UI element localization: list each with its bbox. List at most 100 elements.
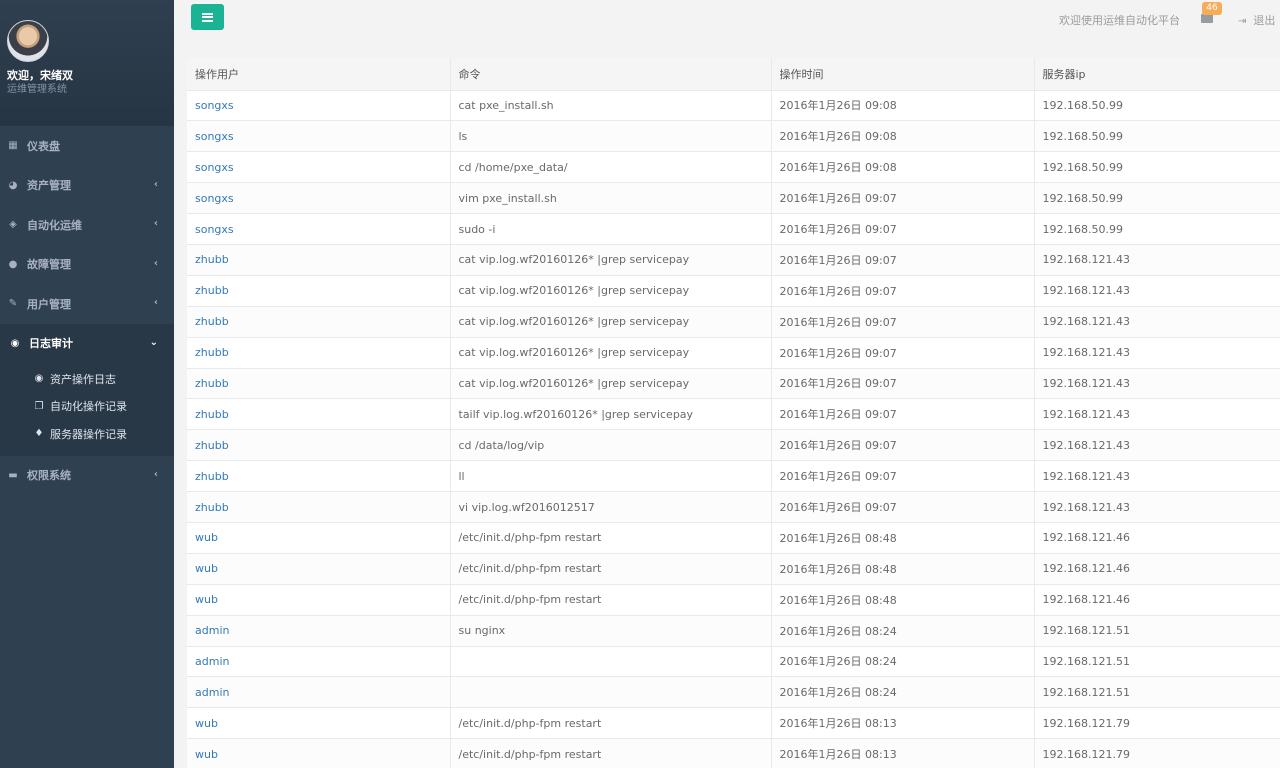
cell-time: 2016年1月26日 08:13 [771,738,1035,768]
cell-user[interactable]: wub [187,707,451,740]
sidebar-item-permissions[interactable]: ▬ 权限系统 ‹ [0,456,174,496]
sidebar-item-faults[interactable]: ● 故障管理 ‹ [0,245,174,285]
cell-time: 2016年1月26日 09:07 [771,368,1035,400]
cell-time: 2016年1月26日 08:24 [771,615,1035,647]
cell-command [450,676,772,709]
column-header-user[interactable]: 操作用户 [187,58,451,91]
cell-time: 2016年1月26日 09:07 [771,460,1035,493]
th-large-icon: ▦ [8,140,18,152]
log-audit-submenu: ◉ 资产操作日志 ❐ 自动化操作记录 ♦ 服务器操作记录 [0,363,174,456]
profile-subtitle: 运维管理系统 [7,84,67,95]
cell-time: 2016年1月26日 09:07 [771,398,1035,431]
cell-user[interactable]: songxs [187,151,451,184]
profile-panel: 欢迎，宋绪双 运维管理系统 [0,0,174,126]
logout-link[interactable]: ⇥ 退出 [1238,12,1275,28]
sidebar-item-dashboard[interactable]: ▦ 仪表盘 [0,126,174,166]
cell-user[interactable]: zhubb [187,306,451,338]
cell-command: vim pxe_install.sh [450,182,772,215]
sidebar-item-assets[interactable]: ◕ 资产管理 ‹ [0,166,174,206]
cell-command: vi vip.log.wf2016012517 [450,491,772,523]
sidebar-item-label: 故障管理 [27,258,71,272]
table-row: songxs ls 2016年1月26日 09:08 192.168.50.99 [187,120,1280,153]
cell-user[interactable]: wub [187,553,451,585]
tint-icon: ♦ [34,428,44,440]
submenu-item-server-log[interactable]: ♦ 服务器操作记录 [0,420,174,448]
submenu-item-automation-log[interactable]: ❐ 自动化操作记录 [0,393,174,421]
cell-user[interactable]: songxs [187,182,451,215]
cell-user[interactable]: wub [187,738,451,768]
operation-log-table-container: 操作用户 命令 操作时间 服务器ip songxs cat pxe_install… [187,58,1280,768]
cell-user[interactable]: zhubb [187,337,451,369]
cell-user[interactable]: zhubb [187,398,451,431]
cell-time: 2016年1月26日 09:07 [771,213,1035,245]
submenu-item-label: 服务器操作记录 [50,427,127,441]
cell-user[interactable]: wub [187,584,451,616]
cell-time: 2016年1月26日 09:07 [771,337,1035,369]
cell-time: 2016年1月26日 09:07 [771,275,1035,307]
topbar: 欢迎使用运维自动化平台 46 ⇥ 退出 [174,0,1280,58]
cell-command: /etc/init.d/php-fpm restart [450,738,772,768]
cell-time: 2016年1月26日 09:07 [771,429,1035,462]
cell-command: cat vip.log.wf20160126* |grep servicepay [450,368,772,400]
submenu-item-asset-log[interactable]: ◉ 资产操作日志 [0,365,174,393]
eye-icon: ◉ [34,373,44,385]
sidebar-item-label: 用户管理 [27,297,71,311]
cell-time: 2016年1月26日 09:08 [771,90,1035,122]
cell-user[interactable]: zhubb [187,244,451,276]
mail-count-badge: 46 [1202,2,1222,15]
table-row: admin 2016年1月26日 08:24 192.168.121.51 [187,676,1280,709]
cell-command: cat vip.log.wf20160126* |grep servicepay [450,275,772,307]
cell-time: 2016年1月26日 09:07 [771,182,1035,215]
sidebar-item-log-audit[interactable]: ◉ 日志审计 ⌄ [0,323,174,363]
column-header-server-ip[interactable]: 服务器ip [1034,58,1280,91]
cell-user[interactable]: zhubb [187,491,451,523]
submenu-item-label: 资产操作日志 [50,372,116,386]
cell-server-ip: 192.168.121.43 [1034,429,1280,462]
menu-toggle-button[interactable] [191,4,224,30]
table-row: zhubb cat vip.log.wf20160126* |grep servi… [187,275,1280,307]
table-row: songxs cd /home/pxe_data/2016年1月26日 09:08… [187,151,1280,184]
cell-time: 2016年1月26日 09:07 [771,306,1035,338]
cell-server-ip: 192.168.121.43 [1034,460,1280,493]
cell-server-ip: 192.168.121.43 [1034,244,1280,276]
column-header-command[interactable]: 命令 [450,58,772,91]
sign-out-icon: ⇥ [1238,16,1247,27]
sidebar: 欢迎，宋绪双 运维管理系统 ▦ 仪表盘 ◕ 资产管理 ‹ ◈ 自动化运维 ‹ ●… [0,0,174,768]
cell-user[interactable]: admin [187,615,451,647]
eye-icon: ◉ [10,337,20,349]
cell-time: 2016年1月26日 08:48 [771,553,1035,585]
chevron-left-icon: ‹ [153,178,158,190]
sidebar-item-users[interactable]: ✎ 用户管理 ‹ [0,284,174,324]
cell-user[interactable]: songxs [187,120,451,153]
main-content: 欢迎使用运维自动化平台 46 ⇥ 退出 操作用户 命令 操作时间 服务器ip so… [174,0,1280,768]
cell-server-ip: 192.168.121.79 [1034,707,1280,740]
sidebar-item-automation[interactable]: ◈ 自动化运维 ‹ [0,205,174,245]
cell-user[interactable]: songxs [187,213,451,245]
cell-command: cat vip.log.wf20160126* |grep servicepay [450,306,772,338]
edit-icon: ✎ [8,298,18,310]
table-header-row: 操作用户 命令 操作时间 服务器ip [187,58,1280,91]
cell-command: cat vip.log.wf20160126* |grep servicepay [450,337,772,369]
cell-user[interactable]: songxs [187,90,451,122]
column-header-time[interactable]: 操作时间 [771,58,1035,91]
cell-user[interactable]: zhubb [187,275,451,307]
bomb-icon: ● [8,258,18,270]
table-row: admin 2016年1月26日 08:24 192.168.121.51 [187,646,1280,678]
cell-user[interactable]: admin [187,646,451,678]
table-row: zhubb cat vip.log.wf20160126* |grep servi… [187,368,1280,400]
cell-user[interactable]: wub [187,522,451,554]
cell-time: 2016年1月26日 08:13 [771,707,1035,740]
avatar[interactable] [7,20,49,62]
cell-time: 2016年1月26日 08:48 [771,522,1035,554]
cell-command: cat pxe_install.sh [450,90,772,122]
briefcase-icon: ▬ [8,469,18,481]
cell-user[interactable]: zhubb [187,460,451,493]
cell-user[interactable]: zhubb [187,429,451,462]
cell-user[interactable]: admin [187,676,451,709]
bars-icon [202,12,213,22]
cell-server-ip: 192.168.121.51 [1034,676,1280,709]
chevron-left-icon: ‹ [153,297,158,308]
cell-user[interactable]: zhubb [187,368,451,400]
cell-server-ip: 192.168.121.43 [1034,491,1280,523]
cell-command: sudo -i [450,213,772,245]
